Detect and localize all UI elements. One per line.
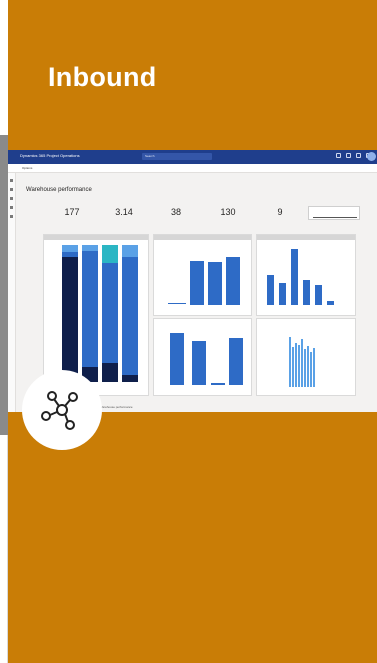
bar [279,283,286,305]
left-edge-gray [0,135,8,435]
bar [208,262,222,305]
bar [295,343,297,387]
list-icon [10,206,13,209]
panel-mid-top [153,234,252,316]
bar [192,341,206,385]
app-search-box: Search [142,153,212,160]
kpi-value: 3.14 [115,207,133,217]
kpi-card: 9 [260,200,300,217]
bar-4-top [122,245,138,257]
bar [304,349,306,387]
kpi-card: 38 [156,200,196,217]
bar-1-mid [62,252,78,257]
bar [291,249,298,305]
bar [211,383,225,385]
right-bottom-column-chart [289,337,315,387]
panel-mid-bottom [153,318,252,396]
left-edge-white-lower [0,435,8,663]
kpi-card: 130 [208,200,248,217]
bar [307,346,309,387]
bar [170,333,184,385]
bar-2-main [82,251,98,367]
bar [327,301,334,305]
bar [310,352,312,387]
bar [301,339,303,387]
bar [168,303,186,304]
bar [315,285,322,305]
bar [229,338,243,385]
bar-4-main [122,257,138,375]
pinned-icon [10,197,13,200]
bar-1-top [62,245,78,252]
app-bar: Dynamics 365 Project Operations Search [8,150,377,164]
card-title: Inbound [48,62,157,92]
bar [298,345,300,387]
bar-3-bottom [102,363,118,382]
app-title: Dynamics 365 Project Operations [20,153,80,158]
app-bar-icons [336,153,371,158]
kpi-value: 38 [170,207,181,217]
bar [267,275,274,305]
kpi-value: 130 [220,207,236,217]
left-edge-white [0,0,8,135]
slicer-track [313,217,357,218]
mid-bottom-bar-chart [170,333,243,385]
bar [289,337,291,387]
right-top-bar-chart [267,249,334,305]
kpi-value: 177 [64,207,80,217]
side-rail [8,173,16,412]
network-nodes-icon [41,391,78,430]
bar-1-bottom [62,257,78,382]
bar [303,280,310,305]
bar [313,348,315,387]
command-bar: Options [8,164,377,173]
notifications-icon [356,153,361,158]
avatar [367,152,376,161]
kpi-card: 177 [52,200,92,217]
bar-3-top [102,245,118,263]
settings-icon [336,153,341,158]
command-options: Options [22,166,33,170]
bar [226,257,240,305]
kpi-card: 3.14 [104,200,144,217]
page-heading: Warehouse performance [26,187,92,193]
kpi-value: 9 [277,207,283,217]
help-icon [346,153,351,158]
inbound-card[interactable]: Inbound Dynamics 365 Project Operations … [8,0,377,663]
bar-4-bottom [122,375,138,382]
chart-icon [10,215,13,218]
recent-icon [10,188,13,191]
bar-2-top [82,245,98,251]
mid-top-bar-chart [168,257,240,305]
home-icon [10,179,13,182]
panel-right-bottom [256,318,356,396]
network-nodes-badge [22,370,102,450]
bar [190,261,204,305]
panel-right-top [256,234,356,316]
bar [292,347,294,387]
bar-3-main [102,263,118,363]
date-slicer [308,206,360,220]
